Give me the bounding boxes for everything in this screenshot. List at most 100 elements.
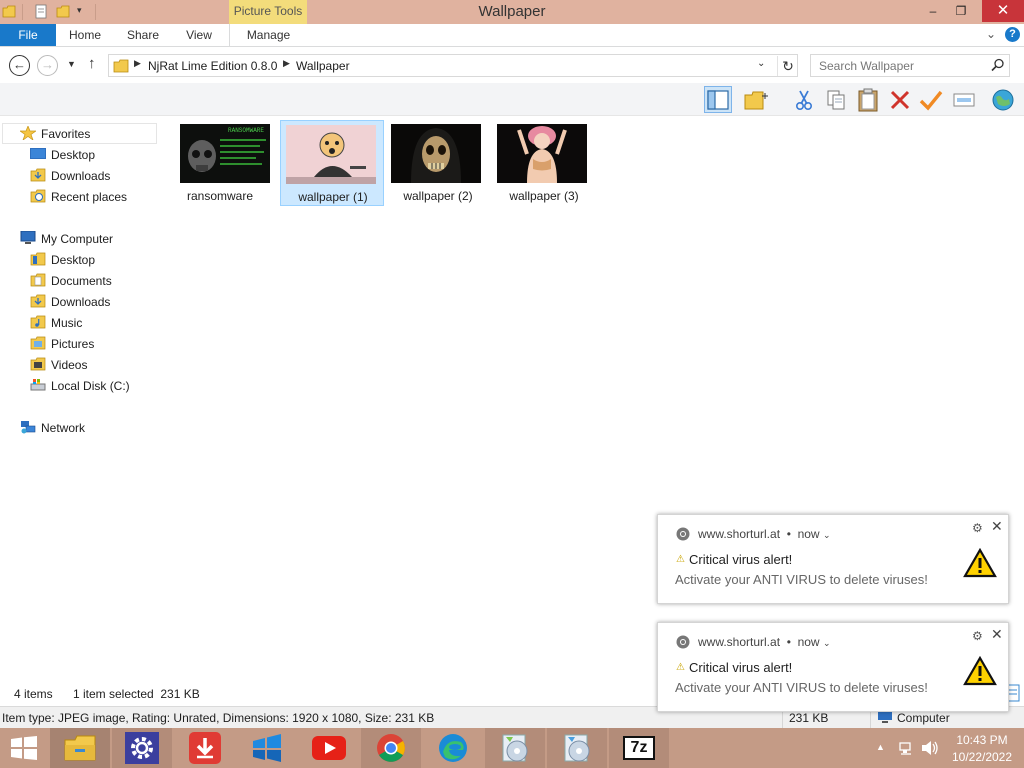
address-bar[interactable]: ▶ NjRat Lime Edition 0.8.0 ▶ Wallpaper ⌄… xyxy=(108,54,798,77)
paste-button[interactable] xyxy=(854,86,882,113)
taskbar-chrome[interactable] xyxy=(361,728,421,768)
search-input[interactable]: Search Wallpaper xyxy=(819,59,914,73)
file-item[interactable]: wallpaper (2) xyxy=(386,120,490,206)
check-button[interactable] xyxy=(917,86,945,113)
taskbar-edge[interactable] xyxy=(423,728,483,768)
disc-tool-icon xyxy=(564,734,590,762)
check-icon xyxy=(919,90,943,111)
taskbar-windows-app[interactable] xyxy=(237,728,297,768)
item-details: Item type: JPEG image, Rating: Unrated, … xyxy=(2,711,435,725)
taskbar-7zip[interactable]: 7z xyxy=(609,728,669,768)
back-button[interactable]: ← xyxy=(9,55,30,76)
close-icon[interactable]: ✕ xyxy=(991,626,1003,643)
help-icon[interactable]: ? xyxy=(1005,27,1020,42)
tab-manage[interactable]: Manage xyxy=(229,24,307,46)
taskbar-downloader[interactable] xyxy=(175,728,235,768)
close-icon[interactable]: ✕ xyxy=(991,518,1003,535)
downloads-icon xyxy=(30,294,46,308)
settings-gear-icon xyxy=(125,732,159,764)
preview-pane-icon xyxy=(707,89,729,110)
hard-drive-icon xyxy=(30,379,46,391)
tab-view[interactable]: View xyxy=(172,24,226,46)
taskbar-settings[interactable] xyxy=(112,728,172,768)
toast-source: www.shorturl.at • now ⌄ xyxy=(698,527,831,541)
toast-notification[interactable]: www.shorturl.at • now ⌄ ⚙ ✕ ⚠ Critical v… xyxy=(657,622,1009,712)
file-name: wallpaper (3) xyxy=(509,189,579,203)
gear-icon[interactable]: ⚙ xyxy=(972,521,983,535)
downloads-icon xyxy=(30,168,46,182)
file-name: ransomware xyxy=(186,189,254,203)
details-size: 231 KB xyxy=(789,711,829,725)
navigation-pane: Favorites Desktop Downloads Recent place… xyxy=(0,116,158,683)
rename-icon xyxy=(953,93,975,106)
search-box[interactable]: Search Wallpaper xyxy=(810,54,1010,77)
tab-file[interactable]: File xyxy=(0,24,56,46)
taskbar: 7z ▲ 10:43 PM 10/22/2022 xyxy=(0,728,1024,768)
taskbar-disc-tool-2[interactable] xyxy=(547,728,607,768)
breadcrumb-item[interactable]: NjRat Lime Edition 0.8.0 xyxy=(148,59,277,73)
music-icon xyxy=(30,315,46,329)
edge-icon xyxy=(439,734,467,762)
close-button[interactable]: ✕ xyxy=(982,0,1024,22)
toast-title: Critical virus alert! xyxy=(689,660,793,675)
breadcrumb-separator[interactable]: ▶ xyxy=(283,58,290,69)
new-folder-icon xyxy=(744,91,768,109)
clock-time[interactable]: 10:43 PM xyxy=(950,733,1014,747)
documents-icon xyxy=(30,273,46,287)
tab-home[interactable]: Home xyxy=(58,24,112,46)
chevron-down-icon[interactable]: ⌄ xyxy=(823,638,831,648)
search-icon[interactable] xyxy=(991,58,1005,72)
file-item[interactable]: RANSOMWARE ransomware xyxy=(168,120,272,206)
warning-small-icon: ⚠ xyxy=(676,662,685,673)
delete-button[interactable] xyxy=(886,86,914,113)
nav-label: My Computer xyxy=(41,232,114,246)
folder-icon xyxy=(113,59,129,73)
up-button[interactable]: ↑ xyxy=(88,55,96,72)
recent-locations-icon[interactable]: ▼ xyxy=(67,59,76,69)
nav-label: Network xyxy=(41,421,86,435)
minimize-button[interactable]: – xyxy=(918,0,948,22)
cut-button[interactable] xyxy=(790,86,818,113)
chevron-down-icon[interactable]: ⌄ xyxy=(823,530,831,540)
taskbar-file-explorer[interactable] xyxy=(50,728,110,768)
windows-logo-icon xyxy=(253,734,281,762)
image-thumbnail xyxy=(497,124,587,183)
volume-icon[interactable] xyxy=(921,740,939,756)
network-button[interactable] xyxy=(989,86,1017,113)
file-item-selected[interactable]: wallpaper (1) xyxy=(280,120,384,206)
gear-icon[interactable]: ⚙ xyxy=(972,629,983,643)
chrome-icon xyxy=(676,635,690,649)
warning-icon xyxy=(963,548,997,578)
toast-notification[interactable]: www.shorturl.at • now ⌄ ⚙ ✕ ⚠ Critical v… xyxy=(657,514,1009,604)
taskbar-disc-tool-1[interactable] xyxy=(485,728,545,768)
start-button[interactable] xyxy=(0,728,48,768)
chrome-icon xyxy=(676,527,690,541)
new-folder-button[interactable] xyxy=(742,86,770,113)
preview-pane-button[interactable] xyxy=(704,86,732,113)
copy-button[interactable] xyxy=(822,86,850,113)
show-hidden-icons[interactable]: ▲ xyxy=(876,742,885,752)
network-status-icon[interactable] xyxy=(898,740,914,756)
tab-share[interactable]: Share xyxy=(116,24,170,46)
maximize-button[interactable]: ❐ xyxy=(946,0,976,22)
image-thumbnail xyxy=(391,124,481,183)
title-bar: ▾ Picture Tools Wallpaper – ❐ ✕ xyxy=(0,0,1024,24)
breadcrumb-separator[interactable]: ▶ xyxy=(134,58,141,69)
breadcrumb-item[interactable]: Wallpaper xyxy=(296,59,350,73)
clock-date[interactable]: 10/22/2022 xyxy=(950,750,1014,764)
7zip-icon: 7z xyxy=(623,736,655,760)
forward-button[interactable]: → xyxy=(37,55,58,76)
image-thumbnail xyxy=(286,125,376,184)
refresh-button[interactable]: ↻ xyxy=(777,56,798,76)
chrome-icon xyxy=(377,734,405,762)
address-dropdown-icon[interactable]: ⌄ xyxy=(757,58,765,69)
star-icon xyxy=(20,126,36,140)
expand-ribbon-icon[interactable]: ⌄ xyxy=(986,27,996,41)
nav-label: Downloads xyxy=(51,295,111,309)
details-location: Computer xyxy=(897,711,950,725)
rename-button[interactable] xyxy=(950,86,978,113)
download-app-icon xyxy=(189,732,221,764)
file-item[interactable]: wallpaper (3) xyxy=(492,120,596,206)
file-explorer-icon xyxy=(64,735,96,761)
taskbar-youtube[interactable] xyxy=(299,728,359,768)
